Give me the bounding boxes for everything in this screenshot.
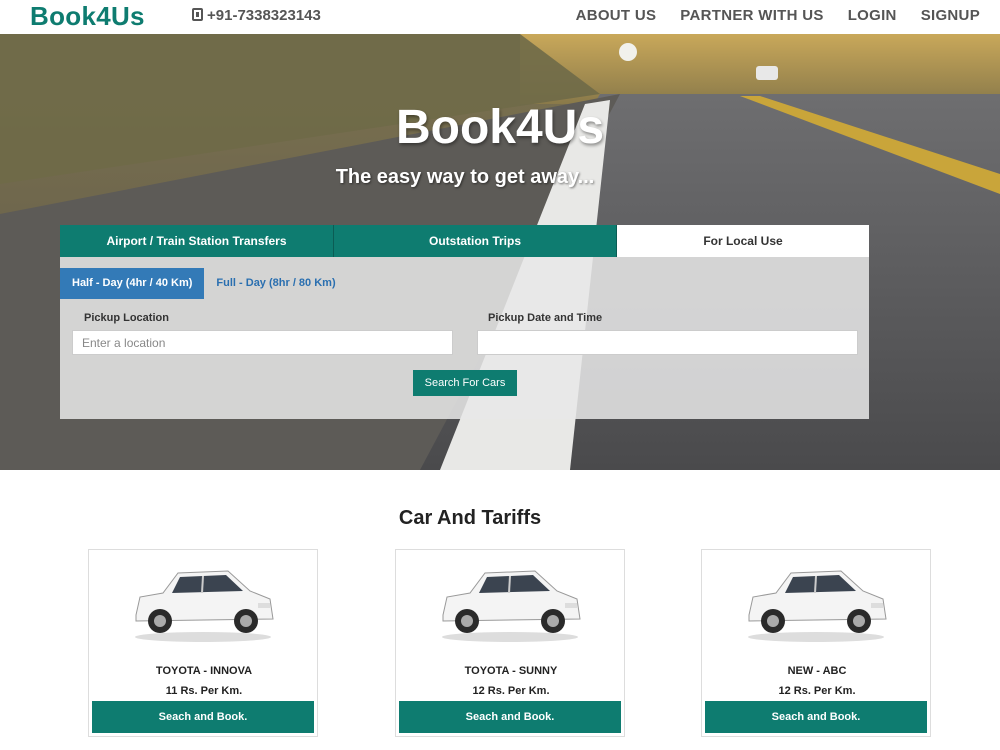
search-cars-button[interactable]: Search For Cars — [413, 370, 517, 396]
hero-subtitle: The easy way to get away... — [335, 166, 595, 188]
tab-local-use[interactable]: For Local Use — [617, 225, 869, 257]
brand-logo[interactable]: Book4Us — [30, 1, 145, 32]
pickup-datetime-label: Pickup Date and Time — [488, 312, 603, 324]
car-name: TOYOTA - SUNNY — [464, 665, 558, 677]
car-name: TOYOTA - INNOVA — [155, 665, 253, 677]
search-and-book-button[interactable]: Seach and Book. — [399, 701, 621, 733]
pickup-location-input[interactable] — [72, 330, 453, 355]
booking-tabs: Airport / Train Station Transfers Outsta… — [60, 225, 869, 257]
car-rate: 12 Rs. Per Km. — [778, 685, 856, 697]
pickup-datetime-input[interactable] — [477, 330, 858, 355]
hero-banner: Book4Us The easy way to get away... Airp… — [0, 34, 1000, 470]
car-name: NEW - ABC — [787, 665, 847, 677]
search-and-book-button[interactable]: Seach and Book. — [705, 701, 927, 733]
menu-signup[interactable]: SIGNUP — [921, 7, 980, 24]
hero-title: Book4Us — [395, 101, 605, 154]
tab-outstation-trips[interactable]: Outstation Trips — [334, 225, 617, 257]
main-menu: ABOUT US PARTNER WITH US LOGIN SIGNUP — [576, 7, 980, 24]
car-card: TOYOTA - SUNNY 12 Rs. Per Km. Seach and … — [395, 549, 625, 737]
car-rate: 11 Rs. Per Km. — [165, 685, 243, 697]
tab-airport-transfers[interactable]: Airport / Train Station Transfers — [60, 225, 334, 257]
top-navbar: Book4Us +91-7338323143 ABOUT US PARTNER … — [0, 0, 1000, 34]
menu-about-us[interactable]: ABOUT US — [576, 7, 657, 24]
duration-subtabs: Half - Day (4hr / 40 Km) Full - Day (8hr… — [60, 268, 348, 299]
search-and-book-button[interactable]: Seach and Book. — [92, 701, 314, 733]
car-image — [748, 570, 887, 642]
phone-text: +91-7338323143 — [207, 7, 321, 24]
car-image — [442, 570, 581, 642]
phone-icon — [192, 8, 203, 21]
car-card: NEW - ABC 12 Rs. Per Km. Seach and Book. — [701, 549, 931, 737]
car-card: TOYOTA - INNOVA 11 Rs. Per Km. Seach and… — [88, 549, 318, 737]
subtab-full-day[interactable]: Full - Day (8hr / 80 Km) — [204, 268, 347, 299]
booking-panel: Half - Day (4hr / 40 Km) Full - Day (8hr… — [60, 257, 869, 419]
car-rate: 12 Rs. Per Km. — [472, 685, 550, 697]
car-image — [135, 570, 274, 642]
pickup-location-label: Pickup Location — [84, 312, 169, 324]
phone-number: +91-7338323143 — [192, 7, 321, 24]
section-title: Car And Tariffs — [398, 507, 542, 529]
menu-partner-with-us[interactable]: PARTNER WITH US — [680, 7, 823, 24]
menu-login[interactable]: LOGIN — [848, 7, 897, 24]
subtab-half-day[interactable]: Half - Day (4hr / 40 Km) — [60, 268, 205, 299]
